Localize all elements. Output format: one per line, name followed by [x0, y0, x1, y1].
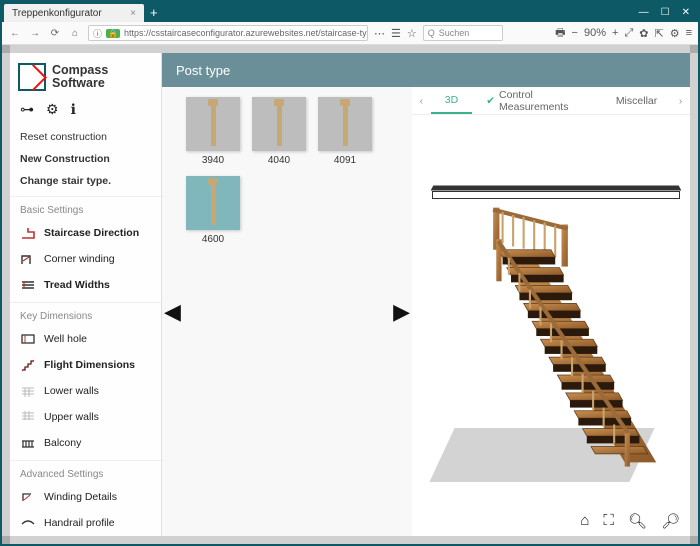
home-icon[interactable]: ⌂ — [68, 28, 82, 39]
close-tab-icon[interactable]: × — [130, 8, 136, 19]
viewer-toolbar: ⌂ ⛶ 🔍︎ 🔎︎ — [580, 512, 680, 530]
upperwalls-icon — [20, 410, 36, 424]
sidebar-staircase-direction[interactable]: Staircase Direction — [10, 220, 161, 246]
picker-prev-icon[interactable]: ◀ — [164, 299, 181, 325]
picker-next-icon[interactable]: ▶ — [393, 299, 410, 325]
sidebar-handrail-profile[interactable]: Handrail profile — [10, 510, 161, 536]
settings-icon[interactable]: ⚙ — [670, 27, 680, 40]
info-circle-icon[interactable]: ℹ — [71, 101, 76, 118]
browser-search[interactable]: Q Suchen — [423, 25, 503, 41]
lowerwalls-icon — [20, 384, 36, 398]
sidebar-reset[interactable]: Reset construction — [10, 126, 161, 148]
tread-icon — [20, 278, 36, 292]
check-icon: ✔ — [486, 95, 495, 107]
direction-icon — [20, 226, 36, 240]
info-icon[interactable]: ⓘ — [93, 27, 102, 40]
viewer: ‹ 3D ✔Control Measurements Miscellar › — [412, 87, 690, 536]
gear-icon[interactable]: ⚙ — [46, 101, 59, 118]
zoom-in-icon[interactable]: + — [612, 27, 618, 39]
new-tab-button[interactable]: + — [150, 5, 158, 20]
viewer-zoom-out-icon[interactable]: 🔍︎ — [628, 512, 647, 530]
sidebar-new-construction[interactable]: New Construction — [10, 148, 161, 170]
viewer-fit-icon[interactable]: ⛶ — [603, 512, 614, 530]
tab-title: Treppenkonfigurator — [12, 8, 102, 19]
back-icon[interactable]: ← — [8, 28, 22, 39]
winding-icon — [20, 252, 36, 266]
sidebar: Compass Software ⊶ ⚙ ℹ Reset constructio… — [10, 53, 162, 536]
tabs-next-icon[interactable]: › — [671, 95, 690, 107]
star-icon[interactable]: ☆ — [407, 27, 417, 40]
main: Post type ◀ ▶ 3940 4040 — [162, 53, 690, 536]
browser-toolbar: ← → ⟳ ⌂ ⓘ 🔒 https://csstaircaseconfigura… — [2, 22, 698, 45]
close-window-icon[interactable]: ✕ — [682, 7, 690, 18]
zoomfit-icon[interactable]: ⤢ — [624, 27, 633, 40]
section-basic: Basic Settings — [10, 196, 161, 220]
page-title: Post type — [176, 63, 230, 78]
post-thumb-4091[interactable]: 4091 — [318, 97, 372, 166]
wellhole-icon — [20, 332, 36, 346]
forward-icon[interactable]: → — [28, 28, 42, 39]
library-icon[interactable]: ✿ — [639, 27, 648, 40]
logo-mark-icon — [18, 63, 46, 91]
sidebar-change-type[interactable]: Change stair type. — [10, 170, 161, 192]
key-icon[interactable]: ⊶ — [20, 101, 34, 118]
section-advanced: Advanced Settings — [10, 460, 161, 484]
browser-titlebar: Treppenkonfigurator × + — ☐ ✕ — [2, 2, 698, 22]
sidebar-well-hole[interactable]: Well hole — [10, 326, 161, 352]
tab-control-measurements[interactable]: ✔Control Measurements — [472, 87, 602, 114]
print-icon[interactable]: 🖶 — [555, 24, 565, 43]
fullscreen-icon[interactable]: ⇱ — [654, 27, 663, 40]
browser-tab[interactable]: Treppenkonfigurator × — [4, 4, 144, 22]
menu-icon[interactable]: ≡ — [686, 27, 692, 39]
viewer-home-icon[interactable]: ⌂ — [580, 512, 589, 530]
flight-icon — [20, 358, 36, 372]
reload-icon[interactable]: ⟳ — [48, 28, 62, 39]
logo-text: Compass Software — [52, 64, 108, 90]
maximize-icon[interactable]: ☐ — [661, 7, 670, 18]
post-picker: ◀ ▶ 3940 4040 4091 — [162, 87, 412, 536]
tabs-prev-icon[interactable]: ‹ — [412, 95, 431, 107]
page-title-bar: Post type — [162, 53, 690, 87]
reader-icon[interactable]: ☰ — [391, 27, 401, 40]
sidebar-winding-details[interactable]: Winding Details — [10, 484, 161, 510]
viewer-zoom-in-icon[interactable]: 🔎︎ — [661, 512, 680, 530]
url-text: https://csstaircaseconfigurator.azureweb… — [124, 28, 368, 38]
windingdetails-icon — [20, 490, 36, 504]
post-thumb-4600[interactable]: 4600 — [186, 176, 240, 245]
sidebar-lower-walls[interactable]: Lower walls — [10, 378, 161, 404]
sidebar-flight-dimensions[interactable]: Flight Dimensions — [10, 352, 161, 378]
zoom-out-icon[interactable]: − — [572, 27, 578, 39]
zoom-level: 90% — [584, 27, 606, 39]
search-placeholder: Suchen — [439, 28, 470, 38]
handrail-icon — [20, 516, 36, 530]
viewer-tabs: ‹ 3D ✔Control Measurements Miscellar › — [412, 87, 690, 115]
sidebar-tread-widths[interactable]: Tread Widths — [10, 272, 161, 298]
post-thumb-4040[interactable]: 4040 — [252, 97, 306, 166]
sidebar-upper-walls[interactable]: Upper walls — [10, 404, 161, 430]
address-bar[interactable]: ⓘ 🔒 https://csstaircaseconfigurator.azur… — [88, 25, 368, 41]
minimize-icon[interactable]: — — [639, 7, 649, 18]
sidebar-balcony[interactable]: Balcony — [10, 430, 161, 456]
logo: Compass Software — [10, 53, 161, 97]
more-icon[interactable]: ⋯ — [374, 27, 385, 40]
section-key: Key Dimensions — [10, 302, 161, 326]
sidebar-corner-winding[interactable]: Corner winding — [10, 246, 161, 272]
balcony-icon — [20, 436, 36, 450]
post-thumb-3940[interactable]: 3940 — [186, 97, 240, 166]
lock-icon: 🔒 — [106, 29, 120, 38]
tab-3d[interactable]: 3D — [431, 87, 472, 114]
tab-miscellaneous[interactable]: Miscellar — [602, 87, 671, 114]
viewer-canvas[interactable]: ⌂ ⛶ 🔍︎ 🔎︎ — [412, 115, 690, 536]
